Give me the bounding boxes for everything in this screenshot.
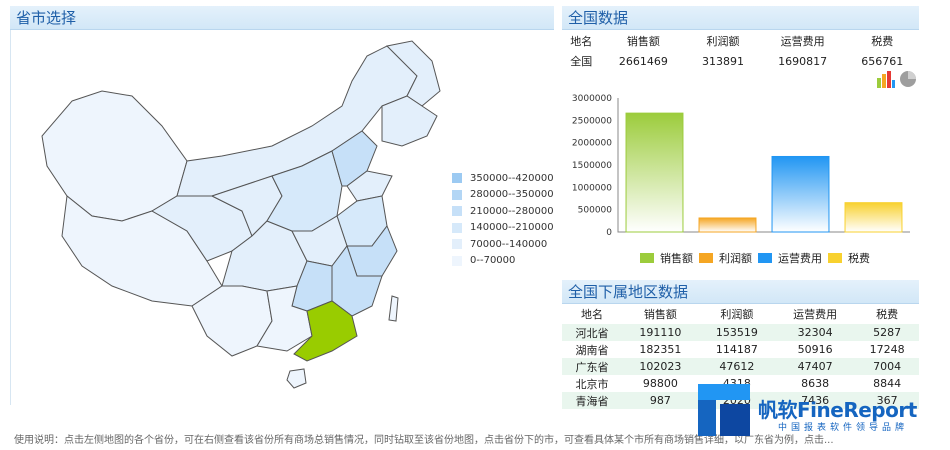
legend-label: 税费 bbox=[848, 252, 870, 265]
map-legend-item: 140000--210000 bbox=[452, 220, 554, 237]
cell: 153519 bbox=[698, 324, 776, 341]
cell: 17248 bbox=[855, 341, 919, 358]
legend-swatch bbox=[699, 253, 713, 263]
table-row[interactable]: 广东省 102023 47612 47407 7004 bbox=[562, 358, 919, 375]
cell: 191110 bbox=[622, 324, 699, 341]
cell: 47612 bbox=[698, 358, 776, 375]
header-cell: 利润额 bbox=[706, 35, 740, 48]
cell: 2661469 bbox=[618, 54, 668, 68]
legend-label: 销售额 bbox=[660, 252, 693, 265]
china-map[interactable] bbox=[12, 36, 442, 406]
cell[interactable]: 河北省 bbox=[562, 324, 623, 341]
watermark-brand: 帆软FineReport bbox=[758, 398, 917, 422]
national-data-title: 全国数据 bbox=[562, 6, 919, 30]
map-legend-item: 210000--280000 bbox=[452, 203, 554, 220]
legend-label: 210000--280000 bbox=[470, 205, 554, 217]
legend-label: 0--70000 bbox=[470, 255, 516, 267]
map-legend-item: 280000--350000 bbox=[452, 187, 554, 204]
map-legend-item: 0--70000 bbox=[452, 253, 554, 270]
map-region-xinjiang bbox=[41, 90, 188, 222]
legend-label: 70000--140000 bbox=[470, 238, 548, 250]
cell: 全国 bbox=[570, 55, 593, 68]
bar-税费[interactable] bbox=[844, 202, 903, 233]
bar-运营费用[interactable] bbox=[771, 155, 830, 233]
header-cell: 地名 bbox=[581, 308, 604, 321]
province-select-title: 省市选择 bbox=[10, 6, 554, 30]
chart-legend-item: 运营费用 bbox=[758, 250, 822, 266]
legend-label: 140000--210000 bbox=[470, 222, 554, 234]
header-cell: 运营费用 bbox=[780, 35, 825, 48]
header-cell: 运营费用 bbox=[793, 308, 838, 321]
legend-swatch bbox=[452, 239, 462, 250]
map-region-jilin bbox=[381, 95, 438, 147]
cell: 656761 bbox=[861, 54, 904, 68]
cell[interactable]: 北京市 bbox=[562, 375, 623, 392]
legend-label: 350000--420000 bbox=[470, 172, 554, 184]
cell: 5287 bbox=[855, 324, 919, 341]
cell: 987 bbox=[622, 392, 699, 409]
y-tick-label: 0 bbox=[606, 228, 612, 238]
bar-利润额[interactable] bbox=[698, 217, 757, 233]
national-summary-table: 地名 销售额 利润额 运营费用 税费 全国 2661469 313891 169… bbox=[562, 31, 919, 71]
cell: 47407 bbox=[775, 358, 856, 375]
legend-swatch bbox=[640, 253, 654, 263]
chart-legend-item: 税费 bbox=[828, 250, 870, 266]
finereport-watermark: 帆软FineReport 中国报表软件领导品牌 bbox=[696, 380, 936, 440]
header-cell: 税费 bbox=[871, 35, 894, 48]
legend-swatch bbox=[452, 189, 462, 200]
y-tick-label: 3000000 bbox=[572, 94, 612, 104]
bar-销售额[interactable] bbox=[625, 112, 684, 233]
header-cell: 地名 bbox=[570, 35, 593, 48]
watermark-slogan: 中国报表软件领导品牌 bbox=[778, 423, 909, 433]
table-header-row: 地名 销售额 利润额 运营费用 税费 bbox=[562, 31, 919, 51]
finereport-logo-icon bbox=[698, 384, 750, 436]
table-row[interactable]: 湖南省 182351 114187 50916 17248 bbox=[562, 341, 919, 358]
cell: 50916 bbox=[775, 341, 856, 358]
left-panel-border bbox=[10, 30, 11, 405]
table-row[interactable]: 河北省 191110 153519 32304 5287 bbox=[562, 324, 919, 341]
header-cell: 税费 bbox=[876, 308, 899, 321]
legend-swatch bbox=[452, 255, 462, 266]
map-legend-item: 350000--420000 bbox=[452, 170, 554, 187]
y-tick-label: 2500000 bbox=[572, 116, 612, 126]
cell: 1690817 bbox=[778, 54, 828, 68]
y-tick-label: 1500000 bbox=[572, 161, 612, 171]
legend-label: 运营费用 bbox=[778, 252, 822, 265]
chart-legend-item: 销售额 bbox=[640, 250, 693, 266]
chart-legend-item: 利润额 bbox=[699, 250, 752, 266]
cell: 114187 bbox=[698, 341, 776, 358]
map-legend-item: 70000--140000 bbox=[452, 236, 554, 253]
header-cell: 销售额 bbox=[643, 308, 677, 321]
legend-label: 280000--350000 bbox=[470, 189, 554, 201]
table-row: 全国 2661469 313891 1690817 656761 bbox=[562, 51, 919, 71]
cell: 7004 bbox=[855, 358, 919, 375]
cell: 313891 bbox=[702, 54, 744, 68]
header-cell: 销售额 bbox=[626, 35, 660, 48]
map-region-taiwan bbox=[388, 295, 399, 322]
y-tick-label: 1000000 bbox=[572, 183, 612, 193]
y-tick-label: 500000 bbox=[578, 206, 613, 216]
cell: 182351 bbox=[622, 341, 699, 358]
cell: 98800 bbox=[622, 375, 699, 392]
cell[interactable]: 湖南省 bbox=[562, 341, 623, 358]
cell[interactable]: 青海省 bbox=[562, 392, 623, 409]
regions-data-title: 全国下属地区数据 bbox=[562, 280, 919, 304]
legend-swatch bbox=[758, 253, 772, 263]
national-bar-chart: 0 500000 1000000 1500000 2000000 2500000 30000… bbox=[572, 94, 910, 238]
header-cell: 利润额 bbox=[720, 308, 754, 321]
cell: 32304 bbox=[775, 324, 856, 341]
chart-legend: 销售额 利润额 运营费用 税费 bbox=[640, 250, 876, 266]
table-header-row: 地名 销售额 利润额 运营费用 税费 bbox=[562, 304, 919, 324]
legend-label: 利润额 bbox=[719, 252, 752, 265]
legend-swatch bbox=[452, 173, 462, 184]
legend-swatch bbox=[828, 253, 842, 263]
map-legend: 350000--420000 280000--350000 210000--28… bbox=[452, 170, 554, 269]
map-region-hainan bbox=[286, 368, 307, 389]
legend-swatch bbox=[452, 222, 462, 233]
legend-swatch bbox=[452, 206, 462, 217]
cell[interactable]: 广东省 bbox=[562, 358, 623, 375]
y-tick-label: 2000000 bbox=[572, 139, 612, 149]
cell: 102023 bbox=[622, 358, 699, 375]
